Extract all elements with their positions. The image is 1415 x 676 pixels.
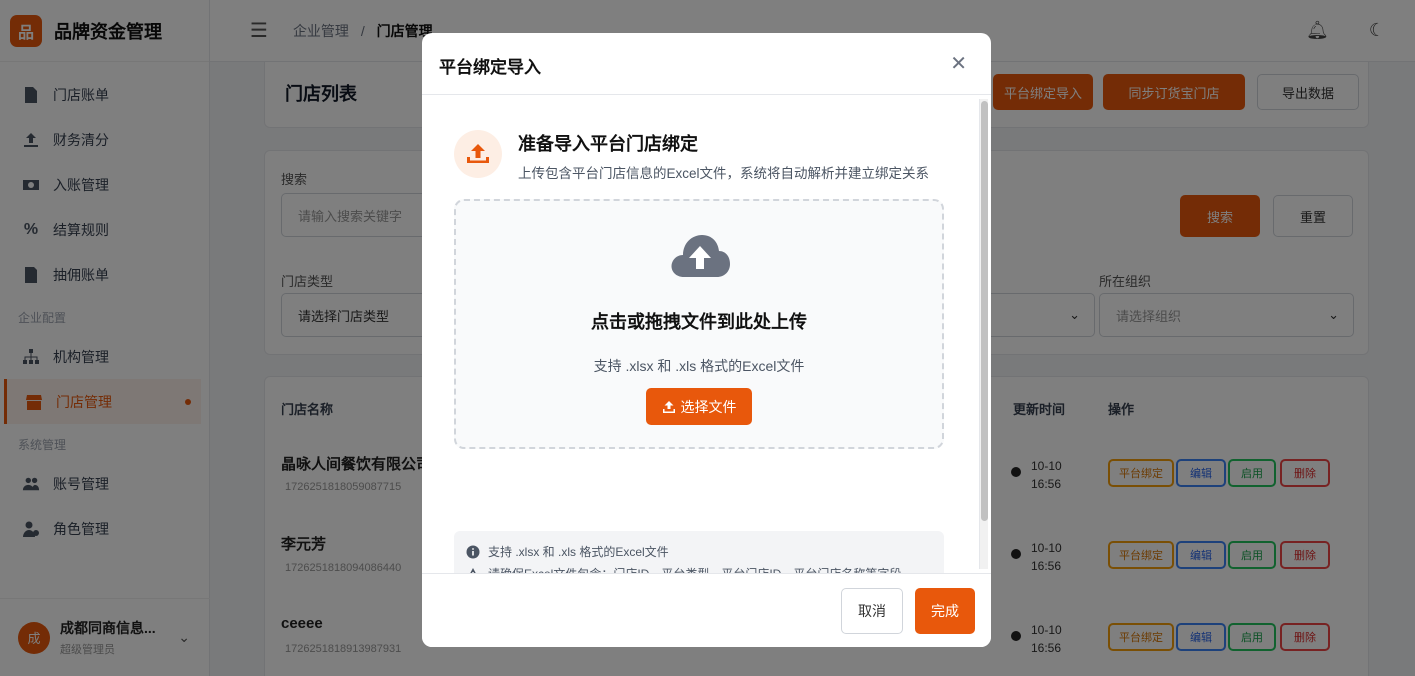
hero-description: 上传包含平台门店信息的Excel文件，系统将自动解析并建立绑定关系 <box>518 166 930 181</box>
note-text: 支持 .xlsx 和 .xls 格式的Excel文件 <box>488 545 669 559</box>
upload-icon <box>662 400 675 413</box>
import-notes: 支持 .xlsx 和 .xls 格式的Excel文件 请确保Excel文件包含：… <box>454 531 944 573</box>
modal-body: 准备导入平台门店绑定 上传包含平台门店信息的Excel文件，系统将自动解析并建立… <box>422 95 991 573</box>
info-icon <box>466 545 480 559</box>
cancel-button[interactable]: 取消 <box>841 588 903 634</box>
note-item: 请确保Excel文件包含：门店ID、平台类型、平台门店ID、平台门店名称等字段 <box>466 565 901 573</box>
hero-title: 准备导入平台门店绑定 <box>518 134 698 154</box>
note-text: 请确保Excel文件包含：门店ID、平台类型、平台门店ID、平台门店名称等字段 <box>488 565 901 573</box>
dropzone-title: 点击或拖拽文件到此处上传 <box>591 312 807 332</box>
upload-dropzone[interactable]: 点击或拖拽文件到此处上传 支持 .xlsx 和 .xls 格式的Excel文件 … <box>454 199 944 449</box>
choose-file-button[interactable]: 选择文件 <box>646 388 752 425</box>
dropzone-hint: 支持 .xlsx 和 .xls 格式的Excel文件 <box>593 358 805 374</box>
modal-header: 平台绑定导入 ✕ <box>422 33 991 95</box>
close-icon[interactable]: ✕ <box>950 51 967 76</box>
cloud-upload-icon <box>671 235 730 277</box>
modal-scrollbar[interactable] <box>979 99 988 569</box>
scrollbar-thumb[interactable] <box>981 101 988 521</box>
upload-icon <box>454 130 502 178</box>
done-button[interactable]: 完成 <box>915 588 975 634</box>
note-item: 支持 .xlsx 和 .xls 格式的Excel文件 <box>466 543 669 560</box>
modal-title: 平台绑定导入 <box>439 58 541 77</box>
platform-import-modal: 平台绑定导入 ✕ 准备导入平台门店绑定 上传包含平台门店信息的Excel文件，系… <box>422 33 991 647</box>
choose-file-label: 选择文件 <box>680 398 737 415</box>
modal-footer: 取消 完成 <box>422 573 991 647</box>
